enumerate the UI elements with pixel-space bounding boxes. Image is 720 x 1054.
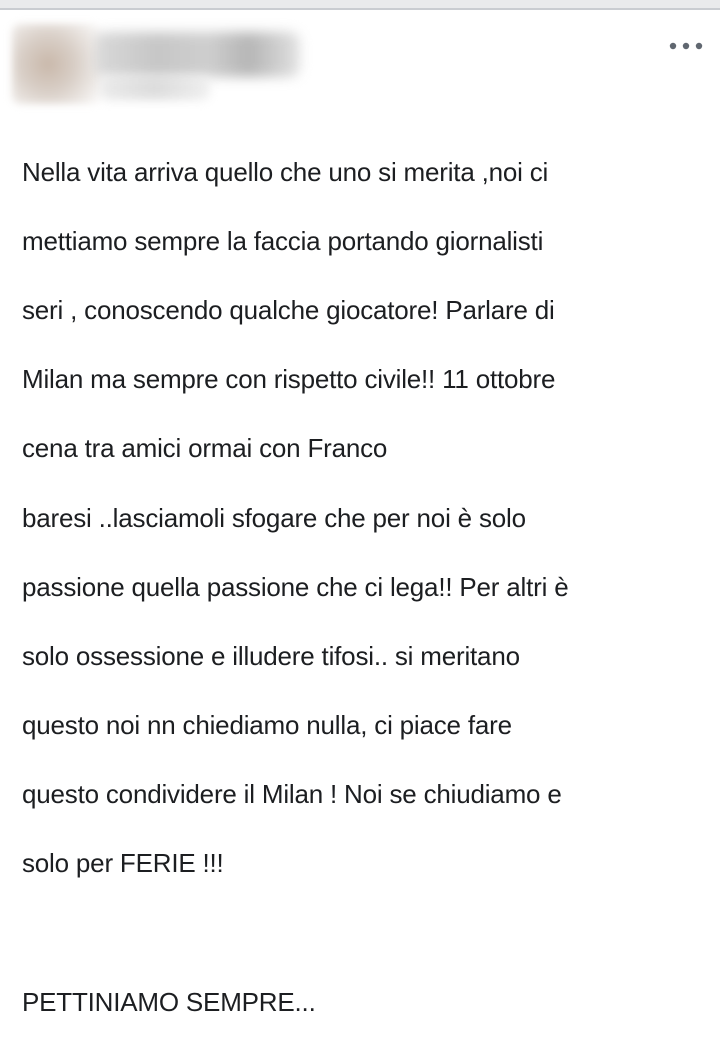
post-line: passione quella passione che ci lega!! P… <box>22 571 569 602</box>
post-line: baresi ..lasciamoli sfogare che per noi … <box>22 502 526 533</box>
avatar[interactable] <box>12 24 102 104</box>
post-body: Nella vita arriva quello che uno si meri… <box>22 120 702 1054</box>
post-meta-redacted <box>100 76 210 100</box>
post-line: mettiamo sempre la faccia portando giorn… <box>22 225 544 256</box>
post-header <box>0 10 720 110</box>
more-options-button[interactable] <box>664 34 708 58</box>
post-line: solo ossessione e illudere tifosi.. si m… <box>22 640 520 671</box>
top-divider <box>0 0 720 10</box>
post-line: cena tra amici ormai con Franco <box>22 433 388 464</box>
post-closing-line: PETTINIAMO SEMPRE... <box>22 986 316 1017</box>
post-line: seri , conoscendo qualche giocatore! Par… <box>22 294 555 325</box>
post-card: Nella vita arriva quello che uno si meri… <box>0 10 720 1017</box>
author-name-redacted[interactable] <box>95 32 300 77</box>
post-line: solo per FERIE !!! <box>22 848 224 879</box>
post-line: questo condividere il Milan ! Noi se chi… <box>22 779 562 810</box>
post-line: Milan ma sempre con rispetto civile!! 11… <box>22 364 556 395</box>
more-horizontal-icon <box>669 42 703 50</box>
post-line: questo noi nn chiediamo nulla, ci piace … <box>22 710 512 741</box>
post-line: Nella vita arriva quello che uno si meri… <box>22 156 549 187</box>
